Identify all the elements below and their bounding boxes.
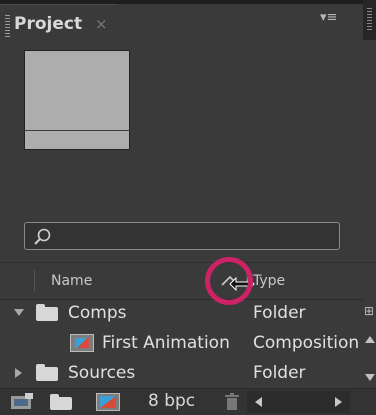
flowchart-icon[interactable]: ⊞: [364, 304, 374, 318]
name-column-header[interactable]: Name: [51, 273, 92, 289]
item-type: Composition: [253, 333, 360, 353]
folder-icon: [36, 304, 58, 321]
item-type: Folder: [253, 363, 306, 383]
scroll-down-icon[interactable]: [365, 374, 375, 381]
bit-depth-button[interactable]: 8 bpc: [148, 391, 195, 411]
scroll-right-icon[interactable]: [335, 397, 342, 407]
new-composition-icon[interactable]: [96, 393, 120, 411]
trash-icon[interactable]: [225, 393, 239, 410]
tab-grip-icon[interactable]: [5, 15, 10, 37]
column-header: Name Type: [0, 262, 376, 300]
list-item-first-animation[interactable]: First Animation Composition: [0, 328, 363, 358]
column-separator[interactable]: [34, 270, 35, 292]
expand-triangle-icon[interactable]: [14, 309, 24, 316]
interpret-footage-icon[interactable]: [10, 393, 34, 411]
list-item-comps[interactable]: Comps Folder: [0, 298, 363, 328]
item-name: First Animation: [102, 333, 230, 353]
project-tab[interactable]: Project ×: [0, 4, 118, 41]
new-folder-icon[interactable]: [50, 394, 72, 410]
thumbnail-divider: [24, 130, 130, 131]
close-tab-icon[interactable]: ×: [95, 15, 108, 33]
collapse-triangle-icon[interactable]: [15, 368, 22, 378]
vertical-scrollbar[interactable]: ⊞: [363, 298, 376, 388]
composition-icon: [70, 334, 94, 352]
list-item-sources[interactable]: Sources Folder: [0, 358, 363, 388]
item-name: Sources: [68, 363, 136, 383]
type-column-header[interactable]: Type: [253, 273, 285, 289]
project-bottom-bar: 8 bpc: [0, 388, 376, 415]
project-tab-label: Project: [14, 14, 83, 34]
scroll-up-icon[interactable]: [365, 336, 375, 343]
item-preview-thumbnail: [24, 50, 130, 150]
horizontal-scrollbar[interactable]: [247, 391, 350, 413]
folder-icon: [36, 364, 58, 381]
search-icon: [34, 228, 51, 245]
scroll-left-icon[interactable]: [255, 397, 262, 407]
panel-menu-icon[interactable]: ▾≡: [320, 10, 350, 30]
item-name: Comps: [68, 303, 127, 323]
side-panel-grip-icon[interactable]: [363, 0, 376, 40]
item-type: Folder: [253, 303, 306, 323]
search-input[interactable]: [24, 222, 340, 250]
